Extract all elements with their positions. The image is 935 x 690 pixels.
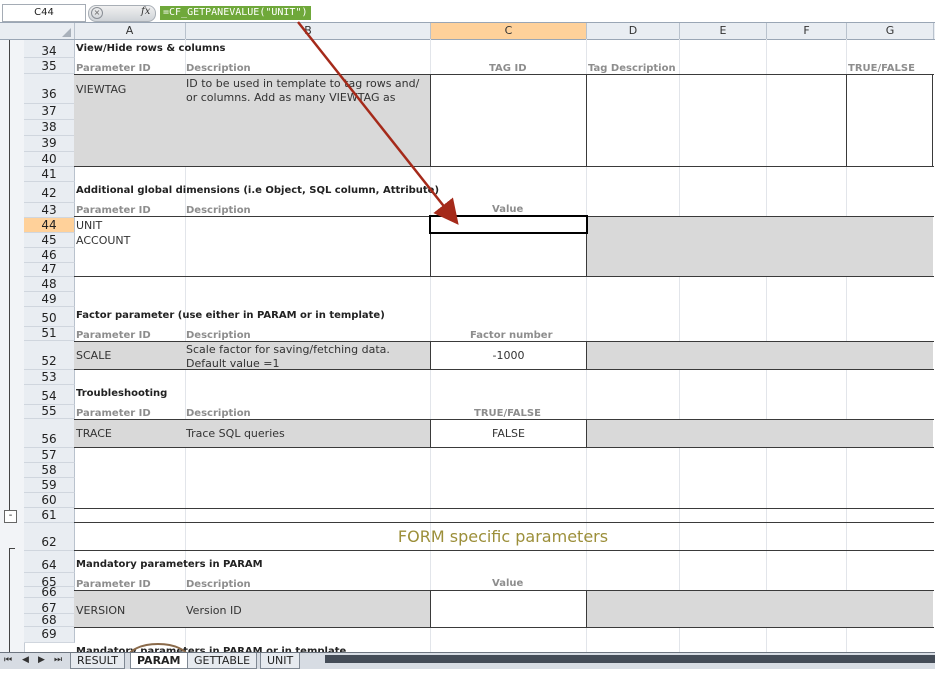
first-sheet-icon[interactable]: ⏮ — [4, 655, 12, 665]
tab-unit[interactable]: UNIT — [260, 653, 301, 669]
tab-param[interactable]: PARAM — [130, 653, 188, 669]
horizontal-scrollbar[interactable] — [325, 655, 935, 663]
prev-sheet-icon[interactable]: ◀ — [22, 655, 29, 665]
tab-result[interactable]: RESULT — [70, 653, 125, 669]
tab-gettable[interactable]: GETTABLE — [187, 653, 258, 669]
blank-area — [0, 669, 935, 690]
last-sheet-icon[interactable]: ⏭ — [54, 655, 62, 665]
annotation-arrow — [127, 21, 459, 673]
next-sheet-icon[interactable]: ▶ — [38, 655, 45, 665]
